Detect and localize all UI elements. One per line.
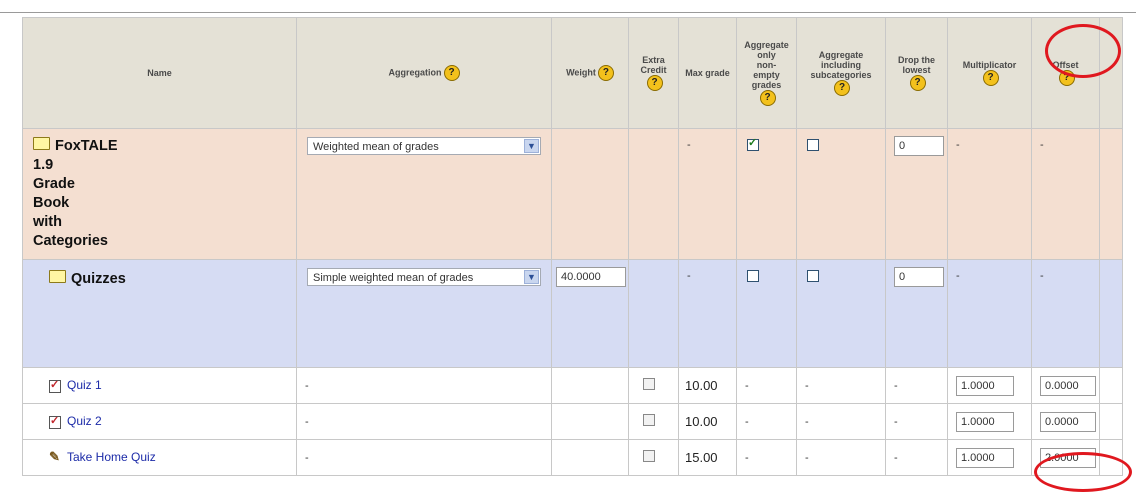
quiz-icon <box>49 378 61 393</box>
course-row: FoxTALE 1.9 Grade Book with Categories W… <box>22 128 1123 260</box>
offset-value-annotation-circle <box>1034 452 1132 492</box>
help-icon[interactable]: ? <box>597 65 614 81</box>
quiz-icon <box>49 414 61 429</box>
chevron-down-icon[interactable]: ▼ <box>524 270 539 284</box>
chevron-down-icon[interactable]: ▼ <box>524 139 539 153</box>
assignment-icon <box>49 449 61 465</box>
course-multiplicator-cell: - <box>947 128 1032 260</box>
help-icon[interactable]: ? <box>646 75 663 91</box>
category-multiplicator-cell: - <box>947 259 1032 368</box>
aggregate-subcategories-checkbox[interactable] <box>807 270 819 282</box>
table-header-row: Name Aggregation? Weight? Extra Credit? M… <box>22 17 1123 129</box>
col-header-aggregate-subcategories: Aggregate including subcategories? <box>796 17 886 129</box>
table-row: Take Home Quiz - 15.00 - - - 1.0000 2.00… <box>22 439 1123 476</box>
folder-icon <box>49 270 66 283</box>
grade-categories-table: Name Aggregation? Weight? Extra Credit? M… <box>22 17 1123 476</box>
item-link-take-home-quiz[interactable]: Take Home Quiz <box>67 450 156 464</box>
help-icon[interactable]: ? <box>834 80 850 96</box>
multiplicator-input[interactable]: 1.0000 <box>956 375 1014 396</box>
help-icon[interactable]: ? <box>443 65 460 81</box>
category-nonempty-cell <box>736 259 797 368</box>
multiplicator-input[interactable]: 1.0000 <box>956 411 1014 432</box>
course-max-grade-cell: - <box>678 128 737 260</box>
category-max-grade-cell: - <box>678 259 737 368</box>
offset-input[interactable]: 0.0000 <box>1040 411 1096 432</box>
course-weight-cell <box>551 128 629 260</box>
course-subcats-cell <box>796 128 886 260</box>
category-extra-credit-cell <box>628 259 679 368</box>
col-header-max-grade: Max grade <box>678 17 737 129</box>
col-header-extra-credit: Extra Credit? <box>628 17 679 129</box>
course-aggregation-cell: Weighted mean of grades ▼ <box>296 128 552 260</box>
folder-icon <box>33 137 50 150</box>
col-header-multiplicator: Multiplicator? <box>947 17 1032 129</box>
category-drop-cell: 0 <box>885 259 948 368</box>
offset-input[interactable]: 0.0000 <box>1040 375 1096 396</box>
help-icon[interactable]: ? <box>982 70 999 86</box>
drop-lowest-input[interactable]: 0 <box>894 267 944 287</box>
col-header-aggregate-nonempty: Aggregate only non-empty grades? <box>736 17 797 129</box>
col-header-aggregation: Aggregation? <box>296 17 552 129</box>
course-nonempty-cell <box>736 128 797 260</box>
category-aggregation-cell: Simple weighted mean of grades ▼ <box>296 259 552 368</box>
aggregate-nonempty-checkbox[interactable] <box>747 270 759 282</box>
table-row: Quiz 1 - 10.00 - - - 1.0000 0.0000 <box>22 367 1123 404</box>
course-name-cell: FoxTALE 1.9 Grade Book with Categories <box>22 128 297 260</box>
col-header-weight: Weight? <box>551 17 629 129</box>
course-offset-cell: - <box>1031 128 1100 260</box>
category-row: Quizzes Simple weighted mean of grades ▼ … <box>22 259 1123 368</box>
weight-input[interactable]: 40.0000 <box>556 267 626 287</box>
item-link-quiz-1[interactable]: Quiz 1 <box>67 378 102 392</box>
category-subcats-cell <box>796 259 886 368</box>
item-link-quiz-2[interactable]: Quiz 2 <box>67 414 102 428</box>
category-offset-cell: - <box>1031 259 1100 368</box>
help-icon[interactable]: ? <box>759 90 776 106</box>
table-row: Quiz 2 - 10.00 - - - 1.0000 0.0000 <box>22 403 1123 440</box>
drop-lowest-input[interactable]: 0 <box>894 136 944 156</box>
help-icon[interactable]: ? <box>909 75 926 91</box>
offset-header-annotation-circle <box>1045 24 1121 78</box>
extra-credit-checkbox[interactable] <box>643 414 655 426</box>
category-aggregation-select[interactable]: Simple weighted mean of grades ▼ <box>307 268 541 286</box>
category-weight-cell: 40.0000 <box>551 259 629 368</box>
aggregate-nonempty-checkbox[interactable] <box>747 136 759 151</box>
course-extra-credit-cell <box>628 128 679 260</box>
aggregate-subcategories-checkbox[interactable] <box>807 139 819 151</box>
multiplicator-input[interactable]: 1.0000 <box>956 447 1014 468</box>
course-drop-cell: 0 <box>885 128 948 260</box>
course-aggregation-select[interactable]: Weighted mean of grades ▼ <box>307 137 541 155</box>
col-header-drop-lowest: Drop the lowest? <box>885 17 948 129</box>
extra-credit-checkbox[interactable] <box>643 450 655 462</box>
col-header-name: Name <box>22 17 297 129</box>
category-name-cell: Quizzes <box>22 259 297 368</box>
extra-credit-checkbox[interactable] <box>643 378 655 390</box>
